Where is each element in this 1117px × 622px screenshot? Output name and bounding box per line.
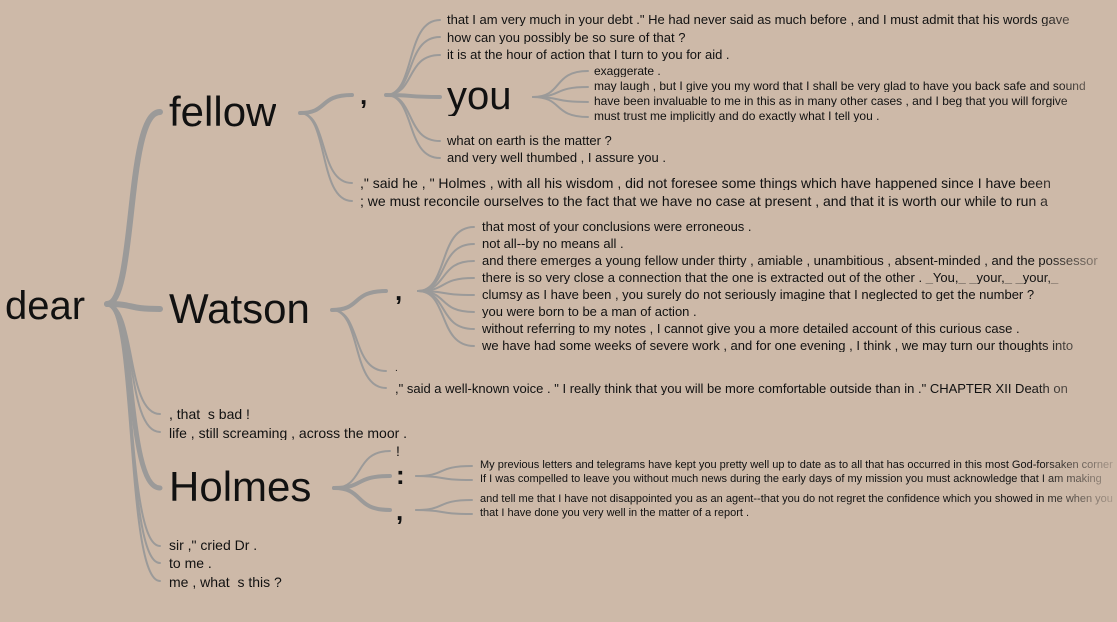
connector-holmes-comma	[332, 486, 392, 512]
branch-fellow[interactable]: fellow	[169, 91, 276, 133]
fellow-comma-line-1[interactable]: that I am very much in your debt ." He h…	[447, 13, 1117, 26]
branch-you[interactable]: you	[447, 76, 512, 116]
watson-direct-line[interactable]: ," said a well-known voice . " I really …	[395, 382, 1117, 395]
watson-line-1[interactable]: that most of your conclusions were erron…	[482, 220, 752, 233]
connector-fellow-comma-1	[385, 36, 441, 96]
holmes-comma-line-1[interactable]: and tell me that I have not disappointed…	[480, 494, 1117, 505]
watson-line-5[interactable]: clumsy as I have been , you surely do no…	[482, 288, 1034, 301]
fellow-comma-line-5[interactable]: and very well thumbed , I assure you .	[447, 151, 666, 164]
you-line-1[interactable]: exaggerate .	[594, 65, 661, 77]
connector-holmes-colon-1	[415, 475, 473, 481]
connector-holmes-comma-1	[415, 509, 473, 515]
connector-dear-0	[104, 109, 163, 307]
connector-watson-comma-0	[417, 226, 475, 292]
dear-line-to-me[interactable]: to me .	[169, 556, 212, 570]
connector-fellow-comma-5	[385, 94, 441, 159]
watson-line-2[interactable]: not all--by no means all .	[482, 237, 624, 250]
fellow-direct-line-2[interactable]: ; we must reconcile ourselves to the fac…	[360, 194, 1117, 208]
dear-line-that-s-bad[interactable]: , that_s bad !	[169, 407, 250, 421]
holmes-colon-line-2[interactable]: If I was compelled to leave you without …	[480, 474, 1117, 485]
fellow-comma[interactable]: ,	[360, 82, 367, 108]
watson-period[interactable]: .	[395, 364, 398, 374]
you-line-2[interactable]: may laugh , but I give you my word that …	[594, 80, 1117, 92]
connector-holmes-comma-0	[415, 499, 473, 511]
fellow-comma-line-4[interactable]: what on earth is the matter ?	[447, 134, 612, 147]
dear-line-whats-this[interactable]: me , what_s this ?	[169, 575, 282, 589]
holmes-comma-line-2[interactable]: that I have done you very well in the ma…	[480, 508, 749, 519]
dear-line-sir[interactable]: sir ," cried Dr .	[169, 538, 257, 552]
fellow-comma-line-2[interactable]: how can you possibly be so sure of that …	[447, 31, 685, 44]
connector-fellow-comma-0	[385, 19, 441, 96]
connector-watson-direct	[331, 309, 387, 389]
watson-line-3[interactable]: and there emerges a young fellow under t…	[482, 254, 1117, 267]
holmes-comma[interactable]: ,	[396, 498, 403, 524]
holmes-exclaim[interactable]: !	[396, 444, 400, 458]
connector-dear-6	[106, 303, 161, 564]
fellow-direct-line-1[interactable]: ," said he , " Holmes , with all his wis…	[360, 176, 1117, 190]
connector-watson-comma-7	[417, 290, 475, 347]
holmes-colon-line-1[interactable]: My previous letters and telegrams have k…	[480, 460, 1117, 471]
watson-line-8[interactable]: we have had some weeks of severe work , …	[482, 339, 1117, 352]
you-line-4[interactable]: must trust me implicitly and do exactly …	[594, 110, 879, 122]
watson-line-6[interactable]: you were born to be a man of action .	[482, 305, 697, 318]
branch-watson[interactable]: Watson	[169, 288, 310, 330]
holmes-colon[interactable]: :	[396, 462, 405, 488]
connector-holmes-colon	[332, 474, 392, 490]
connector-fellow-direct-1	[299, 112, 353, 184]
connector-holmes-colon-0	[415, 465, 473, 477]
dear-line-life[interactable]: life , still screaming , across the moor…	[169, 426, 407, 440]
root-word[interactable]: dear	[5, 286, 85, 326]
connector-watson-comma	[330, 289, 388, 312]
watson-line-4[interactable]: there is so very close a connection that…	[482, 271, 1117, 284]
branch-holmes[interactable]: Holmes	[169, 466, 311, 508]
watson-line-7[interactable]: without referring to my notes , I cannot…	[482, 322, 1020, 335]
connector-you-0	[532, 70, 589, 98]
fellow-comma-line-3[interactable]: it is at the hour of action that I turn …	[447, 48, 730, 61]
watson-comma[interactable]: ,	[395, 278, 402, 304]
connector-watson-period	[331, 309, 387, 372]
connector-fellow-comma	[298, 93, 354, 115]
you-line-3[interactable]: have been invaluable to me in this as in…	[594, 95, 1117, 107]
